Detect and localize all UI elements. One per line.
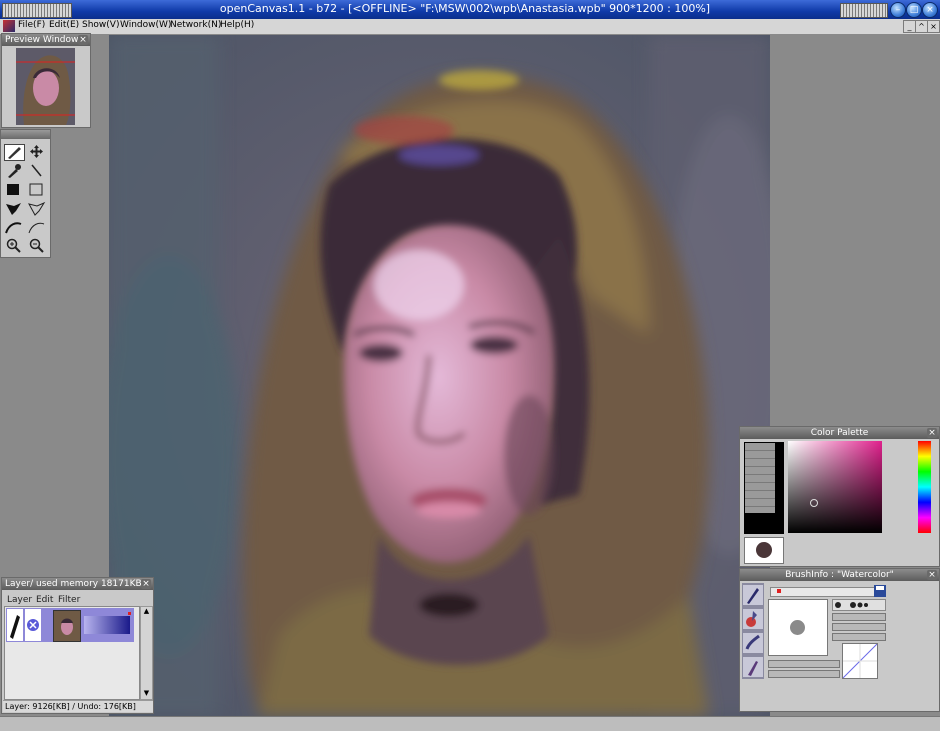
menu-show[interactable]: Show(V) — [82, 20, 119, 30]
current-color-box[interactable] — [744, 537, 784, 564]
eraser-brush-icon[interactable] — [743, 633, 763, 653]
menu-help[interactable]: Help(H) — [220, 20, 254, 30]
fill-lasso-tool-icon[interactable] — [4, 201, 23, 216]
blur-brush-icon[interactable] — [743, 657, 763, 677]
zoom-out-tool-icon[interactable] — [27, 238, 46, 253]
line-tool-icon[interactable] — [27, 163, 46, 178]
mix-slider[interactable] — [768, 670, 840, 678]
brush-option-toggle[interactable] — [832, 599, 886, 611]
brush-type-column — [742, 583, 764, 679]
eyedropper-tool-icon[interactable] — [4, 163, 23, 178]
layer-panel-close-icon[interactable]: × — [141, 579, 151, 589]
layer-panel: Layer/ used memory 18171KB × Layer Edit … — [1, 577, 154, 714]
brush-size-marker[interactable] — [777, 589, 781, 593]
pen-brush-icon[interactable] — [743, 585, 763, 605]
blend-slider[interactable] — [832, 633, 886, 641]
color-palette-panel: Color Palette × — [739, 426, 940, 567]
gray-swatches[interactable] — [745, 443, 775, 513]
title-bar: openCanvas1.1 - b72 - [<OFFLINE> "F:\MSW… — [0, 0, 940, 20]
layer-opacity-gradient — [84, 616, 130, 634]
title-grip-right — [840, 3, 888, 18]
menu-file[interactable]: File(F) — [18, 20, 45, 30]
brush-size-slider[interactable] — [770, 587, 884, 597]
preview-image — [16, 48, 75, 125]
menu-network[interactable]: Network(N) — [170, 20, 221, 30]
preview-title: Preview Window — [2, 34, 90, 46]
lasso-tool-icon[interactable] — [27, 201, 46, 216]
menu-edit[interactable]: Edit(E) — [49, 20, 79, 30]
portrait-painting — [109, 35, 770, 716]
hue-slider[interactable] — [918, 441, 931, 533]
close-button[interactable]: × — [922, 2, 938, 18]
scroll-down-icon[interactable]: ▼ — [141, 689, 152, 699]
color-picker-cursor[interactable] — [810, 499, 818, 507]
window-title: openCanvas1.1 - b72 - [<OFFLINE> "F:\MSW… — [219, 2, 711, 15]
preview-window: Preview Window × — [1, 33, 91, 128]
preview-close-icon[interactable]: × — [78, 35, 88, 45]
layer-status-text: Layer: 9126[KB] / Undo: 176[KB] — [3, 700, 153, 712]
color-palette-close-icon[interactable]: × — [927, 428, 937, 438]
menu-bar: File(F) Edit(E) Show(V) Window(W) Networ… — [0, 19, 940, 35]
color-palette-title: Color Palette — [740, 427, 939, 439]
brush-preview — [768, 599, 828, 656]
density-slider[interactable] — [832, 623, 886, 631]
layer-scrollbar[interactable]: ▲ ▼ — [140, 606, 153, 700]
pressure-curve-graph[interactable] — [842, 643, 878, 679]
layer-row[interactable] — [6, 608, 134, 642]
layer-panel-title: Layer/ used memory 18171KB — [2, 578, 153, 590]
watercolor-brush-icon[interactable] — [743, 609, 763, 629]
save-brush-icon[interactable] — [873, 585, 887, 597]
layer-marker — [128, 612, 131, 615]
move-tool-icon[interactable] — [27, 144, 46, 159]
scroll-up-icon[interactable]: ▲ — [141, 607, 152, 617]
layer-menu-edit[interactable]: Edit — [36, 595, 53, 605]
saturation-value-picker[interactable] — [788, 441, 882, 533]
maximize-button[interactable]: □ — [906, 2, 922, 18]
layer-lock-icon[interactable] — [25, 609, 41, 641]
app-icon[interactable] — [3, 20, 15, 32]
brush-info-title: BrushInfo : "Watercolor" — [740, 569, 939, 581]
layer-thumbnail[interactable] — [53, 610, 81, 642]
layer-menu-filter[interactable]: Filter — [58, 595, 80, 605]
zoom-in-tool-icon[interactable] — [4, 238, 23, 253]
minimize-button[interactable]: – — [890, 2, 906, 18]
current-color-swatch — [756, 542, 772, 558]
tool-palette — [0, 129, 51, 258]
preview-thumbnail[interactable] — [16, 48, 75, 125]
texture-slider[interactable] — [768, 660, 840, 668]
curve-fill-tool-icon[interactable] — [4, 220, 23, 235]
layer-list — [4, 606, 140, 700]
curve-tool-icon[interactable] — [27, 220, 46, 235]
drawing-canvas[interactable] — [109, 35, 770, 716]
pen-tool-icon[interactable] — [4, 144, 25, 161]
title-grip-left — [2, 3, 72, 18]
brush-tip-preview — [790, 620, 805, 635]
mdi-close-button[interactable]: × — [927, 20, 940, 33]
color-swatch-grid[interactable] — [744, 442, 784, 534]
tool-palette-titlebar — [1, 130, 50, 139]
menu-window[interactable]: Window(W) — [120, 20, 171, 30]
brush-info-panel: BrushInfo : "Watercolor" × — [739, 568, 940, 712]
fill-rect-tool-icon[interactable] — [4, 182, 23, 197]
rect-select-tool-icon[interactable] — [27, 182, 46, 197]
pen-visibility-icon[interactable] — [7, 609, 23, 641]
status-bar — [0, 716, 940, 731]
brush-info-close-icon[interactable]: × — [927, 570, 937, 580]
layer-menu-layer[interactable]: Layer — [7, 595, 32, 605]
opacity-slider[interactable] — [832, 613, 886, 621]
